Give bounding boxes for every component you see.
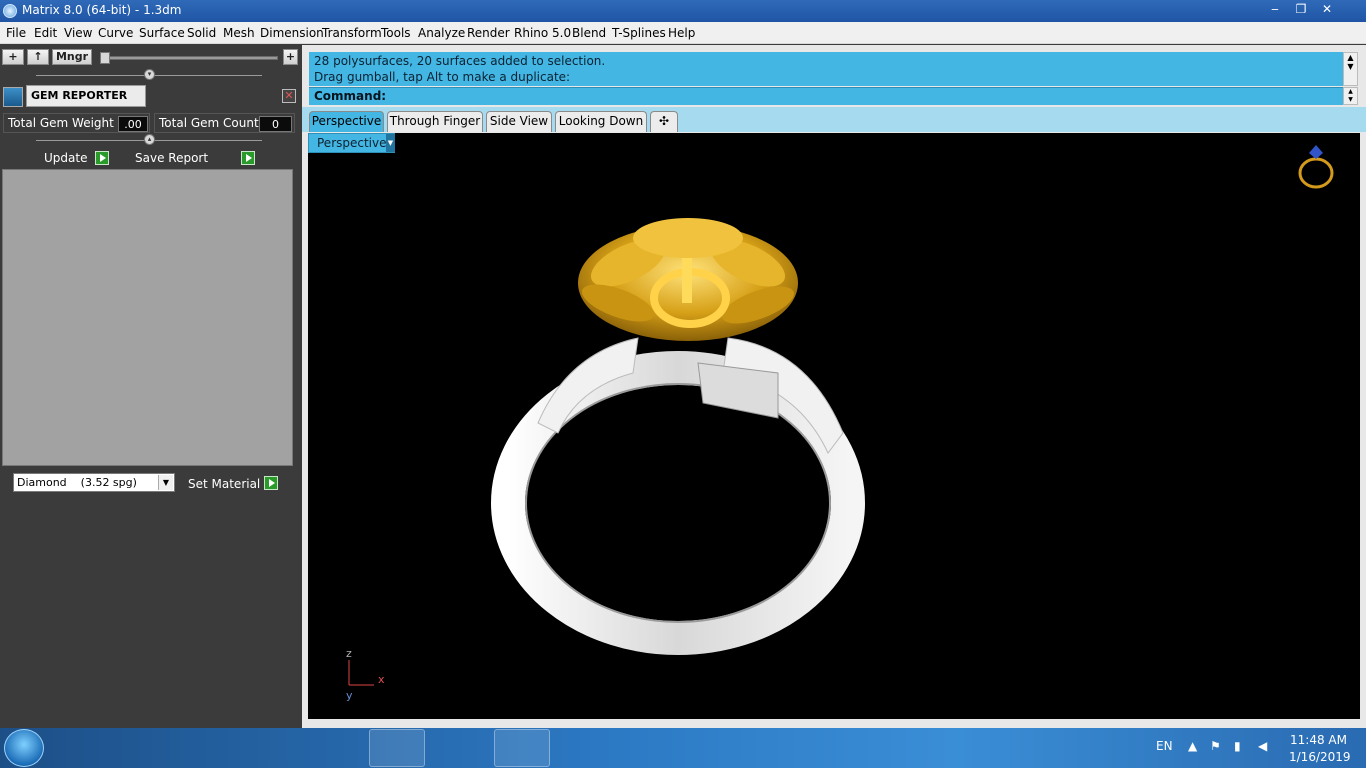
- collapse-toggle[interactable]: ▾: [144, 69, 155, 80]
- left-panel: + ↑ Mngr + ▾ GEM REPORTER ✕ Total Gem We…: [0, 45, 300, 728]
- garena-icon[interactable]: [306, 729, 362, 767]
- command-history-scrollbar[interactable]: ▲ ▼: [1343, 52, 1358, 86]
- total-gem-count-value: 0: [259, 116, 292, 132]
- menu-file[interactable]: File: [6, 26, 26, 40]
- total-gem-weight-value: .00: [118, 116, 148, 132]
- axis-x-label: x: [378, 673, 385, 686]
- volume-icon[interactable]: ◀: [1258, 739, 1267, 753]
- command-line[interactable]: Command:: [309, 87, 1343, 105]
- chrome-icon[interactable]: [245, 729, 301, 767]
- main-area: 28 polysurfaces, 20 surfaces added to se…: [302, 45, 1366, 728]
- chevron-down-icon[interactable]: ▼: [158, 475, 173, 490]
- media-player-icon[interactable]: [184, 729, 240, 767]
- panel-slider-thumb[interactable]: [100, 52, 110, 64]
- flower-head: [578, 218, 798, 341]
- command-history: 28 polysurfaces, 20 surfaces added to se…: [309, 52, 1343, 86]
- start-button[interactable]: [4, 729, 44, 767]
- menu-render[interactable]: Render: [467, 26, 510, 40]
- minimize-button[interactable]: ‒: [1262, 0, 1288, 19]
- total-gem-weight-label: Total Gem Weight: [8, 116, 114, 130]
- add-tab-icon[interactable]: ✣: [650, 111, 678, 132]
- menu-blend[interactable]: Blend: [572, 26, 606, 40]
- matrix-app-icon[interactable]: [494, 729, 550, 767]
- clock-time[interactable]: 11:48 AM: [1290, 733, 1347, 747]
- menu-mesh[interactable]: Mesh: [223, 26, 255, 40]
- total-gem-count-label: Total Gem Count: [159, 116, 259, 130]
- file-explorer-icon[interactable]: [123, 729, 179, 767]
- action-center-icon[interactable]: ⚑: [1210, 739, 1221, 753]
- close-button[interactable]: ✕: [1314, 0, 1340, 19]
- total-gem-weight-box: Total Gem Weight .00: [3, 113, 150, 133]
- tab-through-finger[interactable]: Through Finger: [387, 111, 483, 132]
- total-gem-count-box: Total Gem Count 0: [154, 113, 295, 133]
- app-icon: [3, 4, 17, 18]
- gem-reporter-title-box: GEM REPORTER: [26, 85, 146, 107]
- command-history-line: Drag gumball, tap Alt to make a duplicat…: [314, 70, 571, 84]
- gem-reporter-icon: [3, 87, 23, 107]
- command-prompt: Command:: [314, 89, 387, 103]
- menu-edit[interactable]: Edit: [34, 26, 57, 40]
- set-material-go-icon[interactable]: [264, 476, 278, 490]
- tab-perspective[interactable]: Perspective: [309, 111, 384, 132]
- save-report-go-icon[interactable]: [241, 151, 255, 165]
- menu-analyze[interactable]: Analyze: [418, 26, 465, 40]
- title-bar: Matrix 8.0 (64-bit) - 1.3dm ‒ ❐ ✕: [0, 0, 1366, 22]
- menu-help[interactable]: Help: [668, 26, 695, 40]
- collapse-toggle-2[interactable]: ▴: [144, 134, 155, 145]
- expand-panel-button[interactable]: +: [283, 49, 298, 65]
- menu-view[interactable]: View: [64, 26, 92, 40]
- menu-rhino[interactable]: Rhino 5.0: [514, 26, 571, 40]
- network-icon[interactable]: ▮: [1234, 739, 1241, 753]
- menu-bar: File Edit View Curve Surface Solid Mesh …: [0, 22, 1366, 44]
- set-material-label: Set Material: [188, 477, 261, 491]
- taskbar: EN ▲ ⚑ ▮ ◀ 11:48 AM 1/16/2019: [0, 728, 1366, 768]
- update-label: Update: [44, 151, 88, 165]
- gem-reporter-close-button[interactable]: ✕: [282, 89, 296, 103]
- viewport-3d[interactable]: Perspective ▼ z x y: [308, 133, 1360, 719]
- ring-model: [491, 218, 865, 655]
- matrix-v8-icon[interactable]: [369, 729, 425, 767]
- save-report-button[interactable]: Save Report: [135, 149, 257, 167]
- command-history-line: 28 polysurfaces, 20 surfaces added to se…: [314, 54, 606, 68]
- material-value: Diamond (3.52 spg): [17, 476, 137, 489]
- menu-tools[interactable]: Tools: [381, 26, 411, 40]
- menu-transform[interactable]: Transform: [322, 26, 382, 40]
- notepad-icon[interactable]: [431, 729, 487, 767]
- language-indicator[interactable]: EN: [1156, 739, 1173, 753]
- material-dropdown[interactable]: Diamond (3.52 spg) ▼: [13, 473, 175, 492]
- tab-side-view[interactable]: Side View: [486, 111, 552, 132]
- menu-solid[interactable]: Solid: [187, 26, 216, 40]
- window-title: Matrix 8.0 (64-bit) - 1.3dm: [22, 3, 182, 17]
- gem-list-area[interactable]: [2, 169, 293, 466]
- add-panel-button[interactable]: +: [2, 49, 24, 65]
- axis-z-label: z: [346, 647, 352, 660]
- manager-button[interactable]: Mngr: [52, 49, 92, 65]
- ring-shank: [491, 337, 865, 655]
- set-material-button[interactable]: Set Material: [188, 475, 280, 493]
- internet-explorer-icon[interactable]: [62, 729, 118, 767]
- up-button[interactable]: ↑: [27, 49, 49, 65]
- viewport-tabs: Perspective Through Finger Side View Loo…: [302, 107, 1366, 132]
- maximize-button[interactable]: ❐: [1288, 0, 1314, 19]
- tab-looking-down[interactable]: Looking Down: [555, 111, 647, 132]
- menu-surface[interactable]: Surface: [139, 26, 185, 40]
- command-spinner[interactable]: ▲ ▼: [1343, 87, 1358, 105]
- gem-reporter-header: GEM REPORTER ✕: [0, 85, 298, 109]
- update-go-icon[interactable]: [95, 151, 109, 165]
- save-report-label: Save Report: [135, 151, 209, 165]
- tray-expand-icon[interactable]: ▲: [1188, 739, 1197, 753]
- panel-slider-track[interactable]: [100, 56, 278, 60]
- axis-y-label: y: [346, 689, 353, 702]
- menu-t-splines[interactable]: T-Splines: [612, 26, 666, 40]
- clock-date[interactable]: 1/16/2019: [1289, 750, 1351, 764]
- gem-reporter-title: GEM REPORTER: [31, 89, 128, 102]
- panel-toolbar: + ↑ Mngr +: [0, 47, 300, 67]
- ring-nav-icon[interactable]: [1296, 143, 1336, 193]
- menu-curve[interactable]: Curve: [98, 26, 133, 40]
- menu-dimension[interactable]: Dimension: [260, 26, 324, 40]
- update-button[interactable]: Update: [44, 149, 112, 167]
